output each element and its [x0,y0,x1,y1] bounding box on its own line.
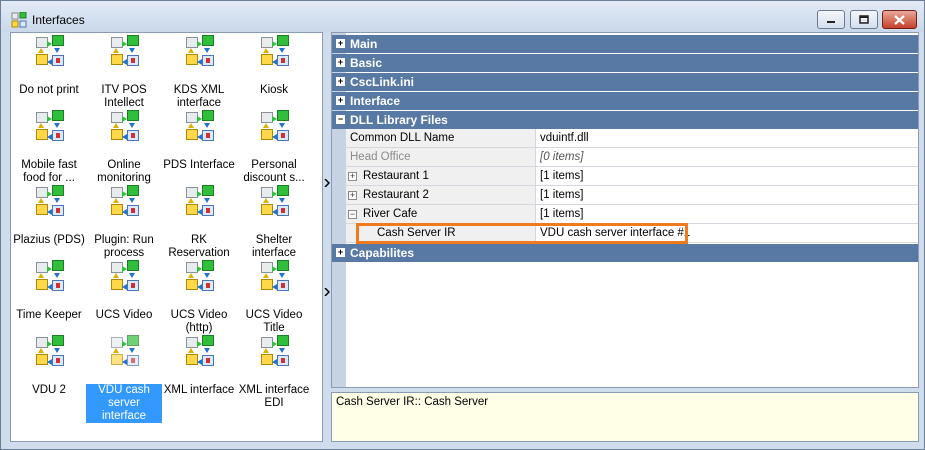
window-title: Interfaces [32,13,85,27]
minimize-button[interactable] [817,10,845,29]
property-restaurant-1[interactable]: Restaurant 1 + [1 items] [346,167,918,186]
category-capabilities[interactable]: + Capabilites [332,244,918,262]
description-panel: Cash Server IR:: Cash Server [331,392,919,442]
interfaces-app-icon [11,12,27,28]
interface-item[interactable]: Do not print [11,35,87,97]
interface-item[interactable]: Personal discount s... [236,110,312,185]
interface-icon [256,110,292,144]
interface-item[interactable]: Plazius (PDS) [11,185,87,247]
interface-item[interactable]: Mobile fast food for ... [11,110,87,185]
expand-icon[interactable]: + [336,77,345,86]
property-head-office[interactable]: Head Office [0 items] [346,148,918,167]
highlight-box [356,223,688,244]
interface-label: PDS Interface [163,159,235,171]
interface-label: Online monitoring [97,159,151,184]
interface-label: UCS Video [95,309,153,321]
interface-icon [106,35,142,69]
property-common-dll-name[interactable]: Common DLL Name vduintf.dll [346,129,918,148]
chevron-right-icon[interactable] [324,288,330,296]
interfaces-window: Interfaces Do not print ITV POS Intellect… [0,0,925,450]
panel-splitter[interactable] [323,32,331,442]
interface-icon [106,335,142,369]
expand-icon[interactable]: + [336,248,345,257]
interface-item[interactable]: XML interface [161,335,237,397]
interface-label: RK Reservation [168,234,230,259]
interface-label: XML interface [163,384,235,396]
interface-item[interactable]: RK Reservation [161,185,237,260]
interface-icon [256,260,292,294]
interface-item[interactable]: ITV POS Intellect [86,35,162,110]
interface-icon [181,260,217,294]
interface-label: Do not print [19,84,79,96]
chevron-right-icon[interactable] [324,179,330,187]
interface-item[interactable]: KDS XML interface [161,35,237,110]
category-interface[interactable]: + Interface [332,92,918,110]
interface-item[interactable]: VDU cash server interface [85,335,163,424]
interface-list[interactable]: Do not print ITV POS Intellect KDS XML int… [10,32,323,442]
interface-icon [181,110,217,144]
interface-icon [256,35,292,69]
interface-icon [256,185,292,219]
category-dll-library-files[interactable]: − DLL Library Files [332,111,918,129]
interface-item[interactable]: Shelter interface [236,185,312,260]
interface-label: UCS Video Title [245,309,303,334]
interface-label: Kiosk [259,84,289,96]
interface-icon [31,185,67,219]
interface-label: KDS XML interface [173,84,225,109]
interface-label: Plugin: Run process [94,234,154,259]
category-basic[interactable]: + Basic [332,54,918,72]
interface-label: ITV POS Intellect [101,84,147,109]
maximize-button[interactable] [850,10,878,29]
collapse-icon[interactable]: − [348,210,357,219]
collapse-icon[interactable]: − [336,115,345,124]
interface-icon [181,185,217,219]
interface-item[interactable]: Time Keeper [11,260,87,322]
interface-item[interactable]: Plugin: Run process [86,185,162,260]
expand-icon[interactable]: + [336,58,345,67]
interface-label: VDU 2 [32,384,66,396]
interface-label: Plazius (PDS) [13,234,85,246]
expand-icon[interactable]: + [348,191,357,200]
interface-icon [256,335,292,369]
interface-label: Shelter interface [251,234,297,259]
interface-item[interactable]: XML interface EDI [236,335,312,410]
interface-item[interactable]: VDU 2 [11,335,87,397]
interface-label: Personal discount s... [243,159,305,184]
close-button[interactable] [882,10,917,29]
property-river-cafe[interactable]: River Cafe − [1 items] [346,205,918,224]
interface-item[interactable]: Online monitoring [86,110,162,185]
title-bar[interactable]: Interfaces [1,1,924,32]
expand-icon[interactable]: + [336,39,345,48]
expand-icon[interactable]: + [336,96,345,105]
interface-icon [31,335,67,369]
interface-icon [31,110,67,144]
property-restaurant-2[interactable]: Restaurant 2 + [1 items] [346,186,918,205]
interface-icon [106,260,142,294]
minimize-icon [827,20,835,23]
property-grid[interactable]: + Main + Basic + CscLink.ini + Interface… [331,32,919,388]
interface-item[interactable]: UCS Video (http) [161,260,237,335]
interface-item[interactable]: UCS Video Title [236,260,312,335]
interface-label: VDU cash server interface [85,383,163,424]
interface-icon [31,260,67,294]
interface-icon [181,35,217,69]
interface-label: Mobile fast food for ... [21,159,77,184]
close-icon [894,14,905,25]
category-csclink[interactable]: + CscLink.ini [332,73,918,91]
maximize-icon [859,15,869,24]
interface-icon [181,335,217,369]
interface-label: XML interface EDI [238,384,310,409]
interface-item[interactable]: Kiosk [236,35,312,97]
interface-icon [106,110,142,144]
category-main[interactable]: + Main [332,35,918,53]
expand-icon[interactable]: + [348,172,357,181]
interface-label: Time Keeper [16,309,82,321]
interface-icon [31,35,67,69]
interface-label: UCS Video (http) [170,309,228,334]
interface-item[interactable]: UCS Video [86,260,162,322]
interface-item[interactable]: PDS Interface [161,110,237,172]
interface-icon [106,185,142,219]
